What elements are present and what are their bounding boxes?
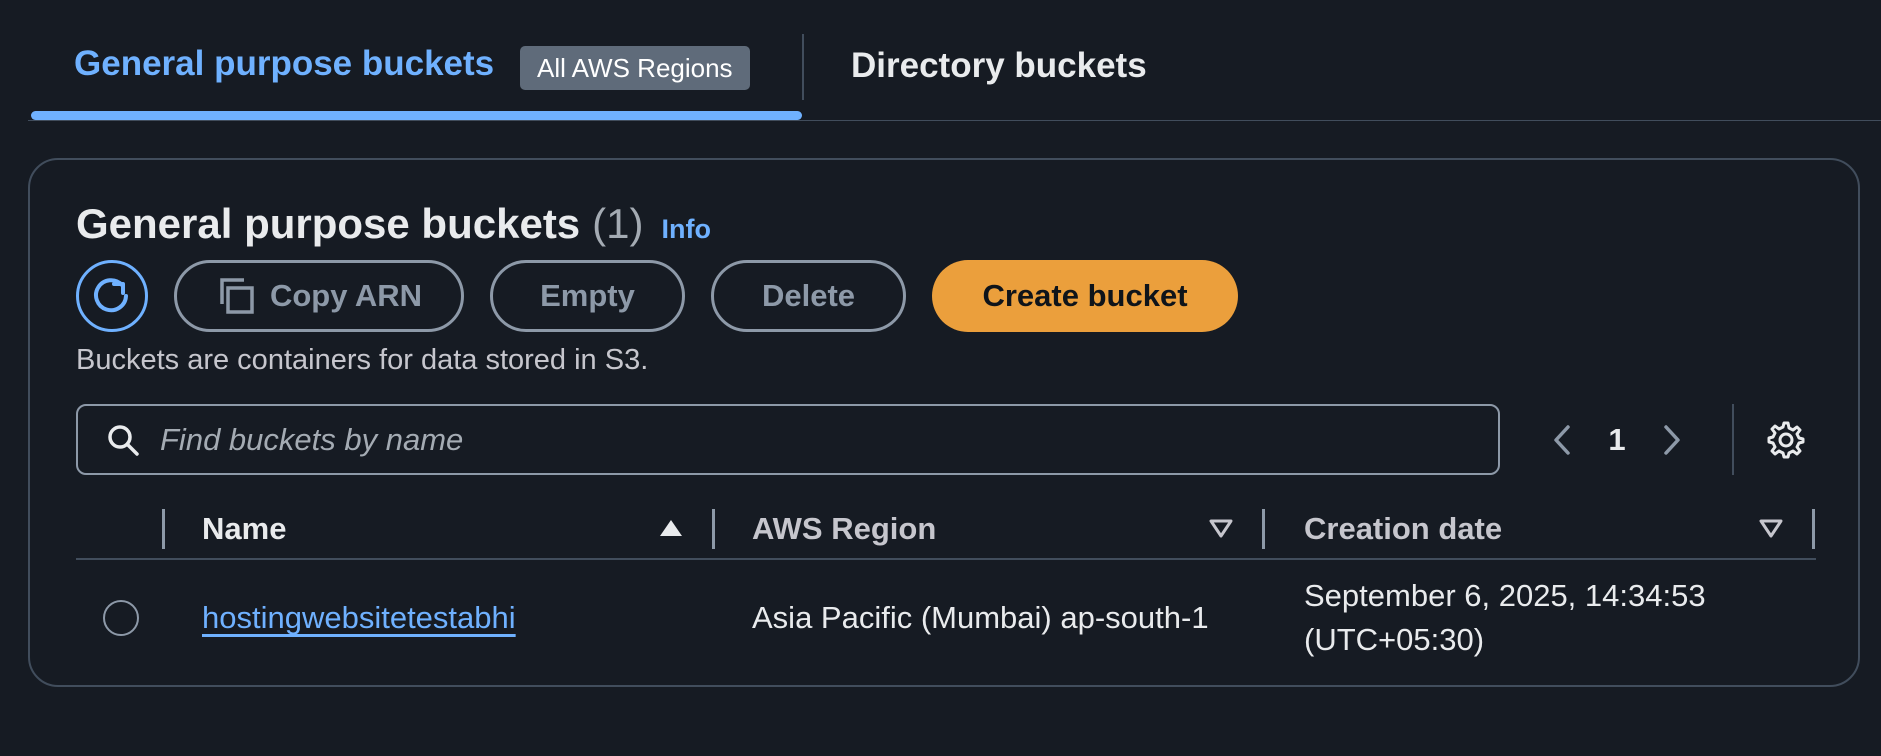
pager-divider [1732, 404, 1734, 475]
empty-button[interactable]: Empty [490, 260, 685, 332]
tab-general-purpose-buckets[interactable]: General purpose buckets [74, 42, 494, 86]
bucket-count: (1) [592, 200, 644, 247]
sort-ascending-icon[interactable] [658, 517, 684, 539]
sort-descending-icon[interactable] [1208, 517, 1234, 539]
delete-button[interactable]: Delete [711, 260, 906, 332]
buckets-panel: General purpose buckets (1) Info Copy AR… [28, 158, 1860, 687]
chevron-left-icon [1554, 424, 1570, 455]
pagination: 1 [1542, 404, 1692, 475]
copy-arn-button[interactable]: Copy ARN [174, 260, 464, 332]
table-settings-button[interactable] [1764, 418, 1808, 462]
column-header-region[interactable]: AWS Region [752, 511, 936, 547]
row-select-radio[interactable] [103, 600, 139, 636]
bucket-region: Asia Pacific (Mumbai) ap-south-1 [752, 600, 1209, 635]
bucket-type-tabs: General purpose buckets All AWS Regions … [0, 0, 1881, 122]
search-icon [108, 424, 139, 456]
bucket-creation-date: September 6, 2025, 14:34:53 (UTC+05:30) [1304, 578, 1706, 657]
panel-header: General purpose buckets (1) Info [76, 200, 711, 248]
current-page[interactable]: 1 [1582, 422, 1652, 458]
refresh-icon [94, 278, 128, 313]
column-separator[interactable] [712, 509, 715, 549]
copy-arn-label: Copy ARN [269, 278, 423, 313]
create-bucket-button[interactable]: Create bucket [932, 260, 1238, 332]
column-separator [162, 509, 165, 549]
chevron-right-icon [1664, 424, 1680, 455]
next-page-button[interactable] [1652, 420, 1692, 460]
table-row: hostingwebsitetestabhi Asia Pacific (Mum… [76, 560, 1816, 676]
table-header: Name AWS Region Creation date [76, 503, 1816, 565]
tab-divider [802, 34, 804, 100]
tab-general-label: General purpose buckets [74, 44, 495, 83]
refresh-button[interactable] [76, 260, 148, 332]
tab-directory-buckets[interactable]: Directory buckets [851, 44, 1147, 88]
column-separator[interactable] [1812, 509, 1815, 549]
search-input[interactable] [160, 409, 1498, 470]
active-tab-indicator [31, 111, 802, 120]
column-header-name[interactable]: Name [202, 511, 286, 547]
sort-descending-icon[interactable] [1758, 517, 1784, 539]
all-regions-badge: All AWS Regions [520, 46, 750, 90]
info-link[interactable]: Info [662, 214, 711, 245]
panel-title: General purpose buckets [76, 200, 581, 247]
toolbar: Copy ARN Empty Delete Create bucket [76, 260, 1238, 332]
previous-page-button[interactable] [1542, 420, 1582, 460]
search-box [76, 404, 1500, 475]
bucket-name-link[interactable]: hostingwebsitetestabhi [202, 600, 516, 636]
column-header-creation-date[interactable]: Creation date [1304, 511, 1502, 547]
gear-icon [1767, 421, 1805, 459]
column-separator[interactable] [1262, 509, 1265, 549]
panel-description: Buckets are containers for data stored i… [76, 344, 649, 376]
tabs-underline [28, 120, 1881, 121]
copy-icon [220, 278, 254, 314]
